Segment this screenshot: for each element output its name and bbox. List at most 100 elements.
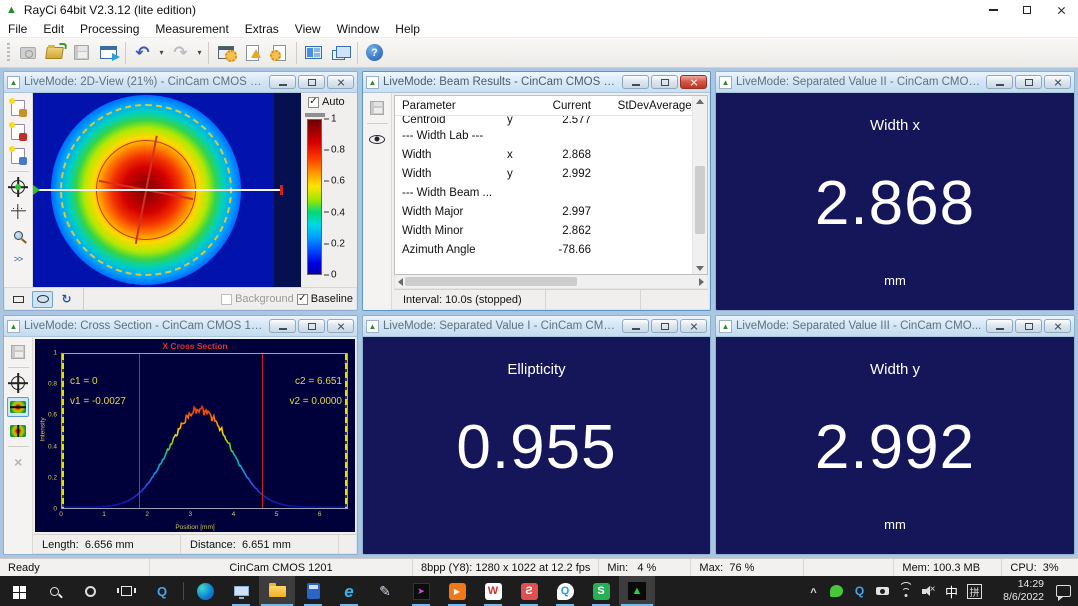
cortana-button[interactable] — [72, 576, 108, 606]
minimize-button[interactable] — [622, 319, 649, 333]
visibility-button[interactable] — [366, 129, 388, 149]
maximize-button[interactable] — [1010, 0, 1044, 20]
arrange-windows-button[interactable] — [300, 40, 327, 66]
zoom-button[interactable] — [7, 225, 29, 245]
minimize-button[interactable] — [986, 319, 1013, 333]
taskbar-search-button[interactable] — [36, 576, 72, 606]
menu-help[interactable]: Help — [387, 20, 428, 37]
expand-toolbar-button[interactable]: >> — [7, 249, 29, 269]
taskbar-wps[interactable]: W — [475, 576, 511, 606]
scrollbar-thumb[interactable] — [405, 277, 577, 286]
minimize-button[interactable] — [986, 75, 1013, 89]
maximize-button[interactable] — [1015, 319, 1042, 333]
cursor-2-line[interactable] — [345, 354, 347, 508]
report-button[interactable] — [239, 40, 266, 66]
close-button[interactable] — [1044, 75, 1071, 89]
close-button[interactable] — [1044, 319, 1071, 333]
width-marker-right[interactable] — [262, 354, 264, 508]
undo-button[interactable] — [129, 40, 156, 66]
scroll-down-icon[interactable] — [696, 266, 704, 271]
toolbar-grip[interactable] — [7, 43, 10, 63]
menu-measurement[interactable]: Measurement — [147, 20, 236, 37]
minimize-button[interactable] — [269, 319, 296, 333]
menu-extras[interactable]: Extras — [237, 20, 287, 37]
taskbar-chat-app[interactable]: Q — [547, 576, 583, 606]
cross-section-line[interactable] — [33, 189, 282, 191]
table-row[interactable]: --- Width Lab --- — [395, 126, 692, 145]
save-image-button[interactable] — [7, 98, 29, 118]
tray-show-hidden[interactable]: ^ — [802, 576, 825, 606]
taskbar-green-s-app[interactable]: S — [583, 576, 619, 606]
taskbar-calculator[interactable] — [295, 576, 331, 606]
redo-button[interactable] — [167, 40, 194, 66]
maximize-button[interactable] — [298, 319, 325, 333]
value1-title-bar[interactable]: ▲ LiveMode: Separated Value I - CinCam C… — [363, 316, 710, 337]
close-button[interactable] — [1044, 0, 1078, 20]
x-section-button[interactable] — [7, 397, 29, 417]
tray-ime-language[interactable]: 中 — [940, 576, 963, 606]
start-button[interactable] — [0, 576, 36, 606]
auto-scale-checkbox[interactable] — [308, 97, 319, 108]
menu-processing[interactable]: Processing — [72, 20, 147, 37]
horizontal-scrollbar[interactable] — [394, 275, 708, 289]
width-marker-left[interactable] — [139, 354, 141, 508]
table-row[interactable]: Widthy2.992 — [395, 164, 692, 183]
table-row[interactable]: --- Width Beam ... — [395, 183, 692, 202]
column-stdev[interactable]: StDev — [591, 100, 649, 112]
redo-dropdown[interactable]: ▾ — [194, 40, 205, 66]
camera-settings-button[interactable] — [14, 40, 41, 66]
maximize-button[interactable] — [1015, 75, 1042, 89]
taskbar-media-app[interactable] — [439, 576, 475, 606]
save-section-button[interactable] — [7, 342, 29, 362]
colorbar-max-slider[interactable] — [305, 113, 325, 117]
maximize-button[interactable] — [298, 75, 325, 89]
table-row[interactable]: Azimuth Angle-78.66 — [395, 240, 692, 259]
column-parameter[interactable]: Parameter — [395, 100, 507, 112]
close-button[interactable] — [680, 319, 707, 333]
minimize-button[interactable] — [976, 0, 1010, 20]
minimize-button[interactable] — [269, 75, 296, 89]
vertical-scrollbar[interactable] — [692, 96, 707, 274]
value3-title-bar[interactable]: ▲ LiveMode: Separated Value III - CinCam… — [716, 316, 1074, 337]
value2-title-bar[interactable]: ▲ LiveMode: Separated Value II - CinCam … — [716, 72, 1074, 93]
tray-camera[interactable] — [871, 576, 894, 606]
close-button[interactable] — [327, 75, 354, 89]
save-button[interactable] — [68, 40, 95, 66]
save-data-button[interactable] — [7, 146, 29, 166]
save-results-button[interactable] — [366, 98, 388, 118]
tray-ime-mode[interactable]: 拼 — [963, 576, 986, 606]
rect-roi-button[interactable] — [8, 291, 29, 308]
minimize-button[interactable] — [622, 75, 649, 89]
taskbar-red-app[interactable]: Ƨ — [511, 576, 547, 606]
beam-results-title-bar[interactable]: ▲ LiveMode: Beam Results - CinCam CMOS 1… — [363, 72, 710, 93]
tray-wechat[interactable] — [825, 576, 848, 606]
tray-chat[interactable]: Q — [848, 576, 871, 606]
maximize-button[interactable] — [651, 319, 678, 333]
background-checkbox[interactable] — [221, 294, 232, 305]
menu-view[interactable]: View — [287, 20, 329, 37]
maximize-button[interactable] — [651, 75, 678, 89]
table-row[interactable]: Centroidy2.577 — [395, 116, 692, 126]
table-row[interactable]: Width Minor2.862 — [395, 221, 692, 240]
close-button[interactable] — [327, 319, 354, 333]
beam-2d-canvas[interactable] — [33, 93, 301, 287]
tray-network[interactable] — [894, 576, 917, 606]
taskbar-internet-explorer[interactable]: e — [331, 576, 367, 606]
taskbar-pen-app[interactable]: ✎ — [367, 576, 403, 606]
menu-edit[interactable]: Edit — [35, 20, 72, 37]
taskbar-remote-desktop[interactable] — [223, 576, 259, 606]
quick-search-button[interactable]: Q — [144, 576, 180, 606]
taskbar-clock[interactable]: 14:29 8/6/2022 — [986, 576, 1048, 606]
close-button[interactable] — [680, 75, 707, 89]
ellipse-roi-button[interactable] — [32, 291, 53, 308]
y-section-button[interactable] — [7, 421, 29, 441]
column-current[interactable]: Current — [531, 100, 591, 112]
help-button[interactable] — [361, 40, 388, 66]
processing-settings-button[interactable] — [212, 40, 239, 66]
cursor-1-line[interactable] — [62, 354, 64, 508]
action-center-button[interactable] — [1048, 576, 1078, 606]
table-row[interactable]: Width Major2.997 — [395, 202, 692, 221]
tray-volume[interactable] — [917, 576, 940, 606]
crosshair-button[interactable] — [7, 373, 29, 393]
column-average[interactable]: Average — [649, 100, 692, 112]
